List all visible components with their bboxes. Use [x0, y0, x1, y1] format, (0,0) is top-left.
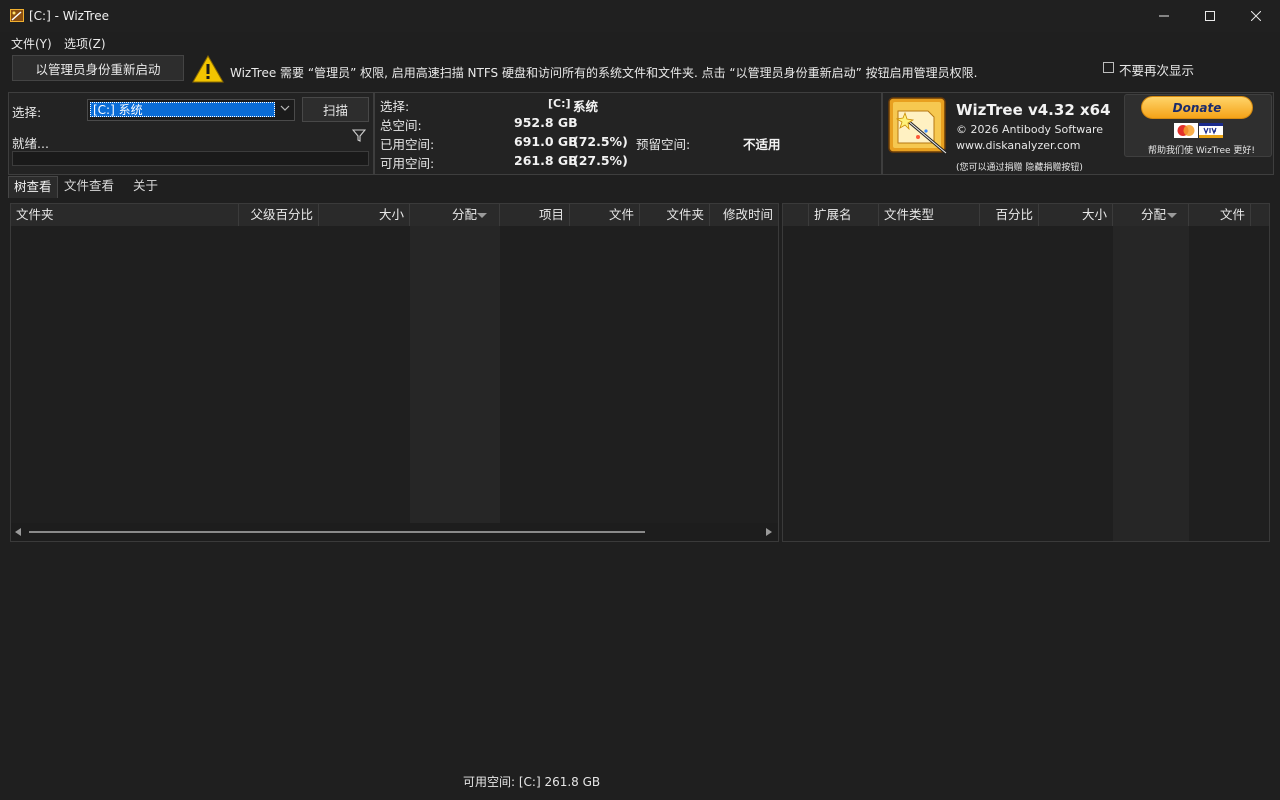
tree-table: 文件夹 父级百分比 大小 分配 项目 文件 文件夹 修改时间 — [10, 203, 779, 542]
donate-note: (您可以通过捐赠 隐藏捐赠按钮) — [956, 163, 1083, 173]
used-space-label: 已用空间: — [380, 137, 435, 152]
wiztree-logo-icon — [888, 97, 947, 155]
free-space-label: 可用空间: — [380, 156, 435, 171]
sort-desc-icon — [477, 213, 487, 218]
select-label: 选择: — [12, 105, 42, 120]
col-files[interactable]: 文件 — [570, 204, 640, 226]
col-file-type[interactable]: 文件类型 — [879, 204, 980, 226]
title-bar — [0, 0, 1280, 32]
donate-help-text: 帮助我们使 WizTree 更好! — [1148, 146, 1256, 156]
col-ext-filler — [1251, 204, 1269, 226]
col-extension[interactable]: 扩展名 — [809, 204, 879, 226]
col-ext-files[interactable]: 文件 — [1189, 204, 1251, 226]
dont-show-again-checkbox[interactable] — [1103, 62, 1114, 73]
window-title: [C:] - WizTree — [29, 9, 109, 23]
total-space-label: 总空间: — [380, 118, 422, 133]
status-label: 就绪... — [12, 136, 49, 151]
close-button[interactable] — [1233, 0, 1279, 32]
scrollbar-thumb[interactable] — [29, 531, 645, 533]
extension-table: 扩展名 文件类型 百分比 大小 分配 文件 — [782, 203, 1270, 542]
used-space-percent: (72.5%) — [573, 134, 628, 149]
copyright-text: © 2026 Antibody Software — [956, 123, 1104, 136]
menu-bar — [0, 32, 1280, 52]
col-size[interactable]: 大小 — [319, 204, 410, 226]
col-ext-size[interactable]: 大小 — [1039, 204, 1113, 226]
menu-options[interactable]: 选项(Z) — [64, 35, 106, 52]
close-icon — [1251, 11, 1261, 21]
col-folder[interactable]: 文件夹 — [11, 204, 239, 226]
scroll-left-icon[interactable] — [15, 528, 21, 536]
wiztree-app-icon — [10, 9, 24, 22]
col-percent[interactable]: 百分比 — [980, 204, 1039, 226]
used-space-value: 691.0 GB — [514, 134, 578, 149]
col-parent-percent[interactable]: 父级百分比 — [239, 204, 319, 226]
dont-show-again-label: 不要再次显示 — [1119, 63, 1195, 78]
ext-sort-desc-icon — [1167, 213, 1177, 218]
drive-info-panel — [374, 92, 882, 175]
website-link[interactable]: www.diskanalyzer.com — [956, 139, 1081, 152]
mastercard-icon — [1174, 123, 1198, 138]
scan-progress-bar — [12, 151, 369, 166]
col-folders[interactable]: 文件夹 — [640, 204, 710, 226]
maximize-button[interactable] — [1187, 0, 1233, 32]
col-ext-allocated[interactable]: 分配 — [1113, 204, 1189, 226]
minimize-icon — [1159, 15, 1169, 17]
restart-as-admin-button[interactable]: 以管理员身份重新启动 — [12, 55, 184, 81]
scroll-right-icon[interactable] — [766, 528, 772, 536]
drive-name: 系统 — [573, 99, 599, 114]
drive-letter: [C:] — [548, 97, 571, 110]
minimize-button[interactable] — [1141, 0, 1187, 32]
filter-icon[interactable] — [352, 129, 366, 142]
chevron-down-icon — [280, 105, 290, 111]
scan-button[interactable]: 扫描 — [302, 97, 369, 122]
horizontal-scrollbar[interactable] — [11, 523, 778, 541]
maximize-icon — [1205, 11, 1215, 21]
free-space-percent: (27.5%) — [573, 153, 628, 168]
col-items[interactable]: 项目 — [500, 204, 570, 226]
col-modified[interactable]: 修改时间 — [710, 204, 778, 226]
tab-tree-view[interactable]: 树查看 — [8, 176, 58, 198]
drive-select-label: 选择: — [380, 99, 410, 114]
drive-dropdown-value: [C:] 系统 — [90, 102, 275, 117]
product-name: WizTree v4.32 x64 — [956, 101, 1111, 119]
donate-button[interactable]: Donate — [1141, 96, 1253, 119]
warning-icon — [192, 55, 224, 83]
reserved-space-label: 预留空间: — [636, 137, 691, 152]
tab-file-view[interactable]: 文件查看 — [59, 176, 119, 198]
col-ext-color[interactable] — [783, 204, 809, 226]
statusbar-free-space: 可用空间: [C:] 261.8 GB — [463, 775, 601, 789]
tab-about[interactable]: 关于 — [128, 176, 163, 198]
menu-file[interactable]: 文件(Y) — [11, 35, 52, 52]
admin-required-message: WizTree 需要 “管理员” 权限, 启用高速扫描 NTFS 硬盘和访问所有… — [230, 66, 978, 80]
total-space-value: 952.8 GB — [514, 115, 578, 130]
free-space-value: 261.8 GB — [514, 153, 578, 168]
reserved-space-value: 不适用 — [743, 137, 781, 152]
alloc-column-highlight — [410, 226, 500, 523]
ext-alloc-column-highlight — [1113, 226, 1189, 541]
visa-icon — [1199, 123, 1223, 138]
